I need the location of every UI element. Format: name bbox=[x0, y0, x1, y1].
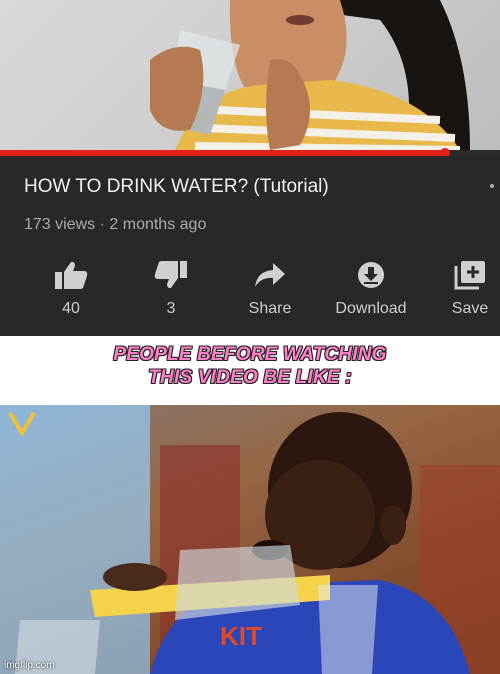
video-title[interactable]: HOW TO DRINK WATER? (Tutorial) bbox=[24, 176, 329, 198]
save-button[interactable]: Save bbox=[425, 260, 500, 318]
boy-drinking-image: KIT imgflip.com bbox=[0, 405, 500, 674]
like-button[interactable]: 40 bbox=[26, 260, 116, 318]
view-count: 173 views bbox=[24, 216, 96, 233]
download-icon bbox=[358, 262, 384, 288]
video-thumbnail-top bbox=[0, 0, 500, 150]
caption-line-2: THIS VIDEO BE LIKE : bbox=[148, 367, 352, 388]
like-count: 40 bbox=[62, 300, 80, 317]
download-button[interactable]: Download bbox=[326, 260, 416, 318]
thumbs-up-icon bbox=[55, 261, 88, 289]
expand-chevron-icon[interactable] bbox=[490, 184, 494, 188]
thumbs-down-icon bbox=[154, 261, 187, 289]
video-info-panel: HOW TO DRINK WATER? (Tutorial) 173 views… bbox=[0, 156, 500, 336]
caption-line-1: PEOPLE BEFORE WATCHING bbox=[113, 344, 387, 365]
shirt-print: KIT bbox=[220, 621, 262, 651]
share-icon bbox=[255, 263, 285, 287]
upload-age: 2 months ago bbox=[109, 216, 207, 233]
download-label: Download bbox=[335, 300, 407, 317]
dislike-button[interactable]: 3 bbox=[126, 260, 216, 318]
video-meta: 173 views · 2 months ago bbox=[24, 216, 206, 234]
meme-caption: PEOPLE BEFORE WATCHING THIS VIDEO BE LIK… bbox=[0, 343, 500, 389]
girl-drinking-image bbox=[150, 0, 470, 150]
imgflip-watermark: imgflip.com bbox=[4, 660, 55, 671]
meta-separator: · bbox=[99, 216, 105, 233]
dislike-count: 3 bbox=[166, 300, 176, 317]
boy-drinking-illustration: KIT bbox=[0, 405, 500, 674]
save-label: Save bbox=[451, 300, 489, 317]
share-label: Share bbox=[248, 300, 292, 317]
save-playlist-icon bbox=[454, 261, 485, 290]
share-button[interactable]: Share bbox=[225, 260, 315, 318]
